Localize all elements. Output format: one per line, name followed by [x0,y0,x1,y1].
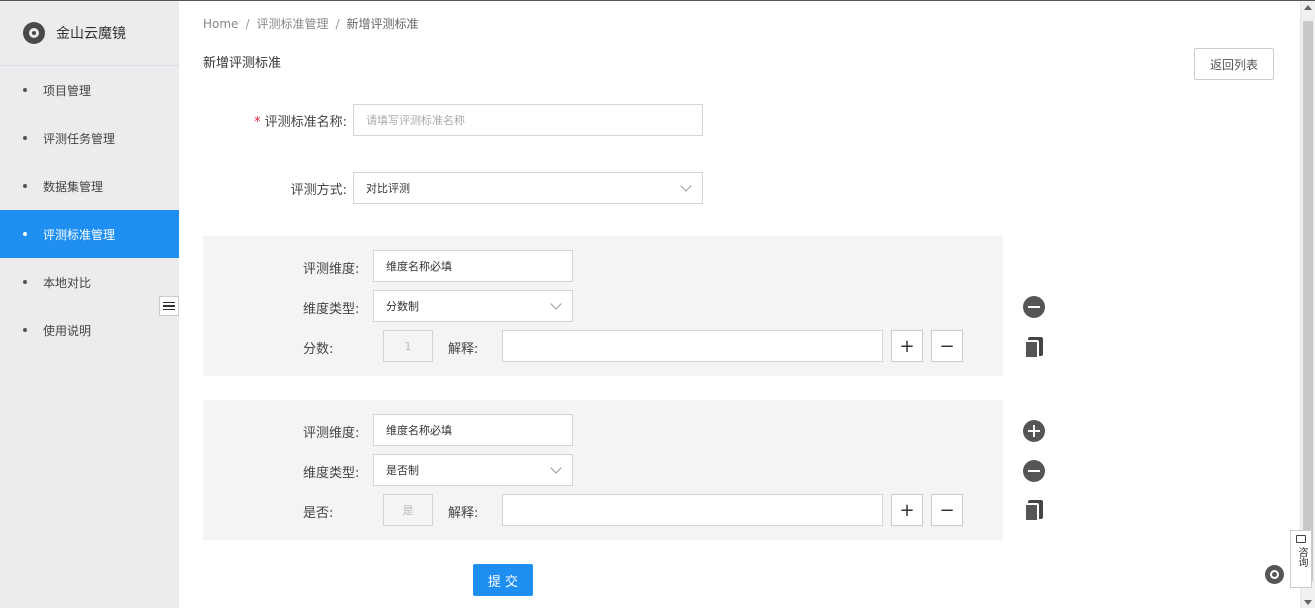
consult-label: 咨询 [1296,547,1307,567]
dimension-type-select[interactable]: 分数制 [373,290,573,322]
dimension-name-input[interactable]: 维度名称必填 [373,414,573,446]
sidebar: 金山云魔镜 项目管理 评测任务管理 数据集管理 评测标准管理 本地对比 使用说明 [0,1,179,608]
app-name: 金山云魔镜 [56,26,126,42]
sidebar-item-eval-standards[interactable]: 评测标准管理 [0,210,179,258]
add-score-button[interactable]: + [891,330,923,362]
explain-input[interactable] [502,494,883,526]
bullet-icon [23,184,27,188]
dimension-type-select[interactable]: 是否制 [373,454,573,486]
sidebar-item-projects[interactable]: 项目管理 [0,66,179,114]
explain-label: 解释: [448,342,479,357]
dimension-name-input[interactable]: 维度名称必填 [373,250,573,282]
bullet-icon [23,328,27,332]
sidebar-item-label: 使用说明 [43,323,92,338]
breadcrumb-eval-standards[interactable]: 评测标准管理 [256,17,328,31]
sidebar-item-local-compare[interactable]: 本地对比 [0,258,179,306]
copy-icon[interactable] [1024,500,1044,522]
method-label: 评测方式: [290,183,347,198]
scrollbar[interactable] [1300,1,1315,608]
sidebar-menu: 项目管理 评测任务管理 数据集管理 评测标准管理 本地对比 使用说明 [0,66,179,354]
add-dimension-icon[interactable] [1023,420,1045,442]
sidebar-collapse-icon[interactable] [159,296,179,316]
sidebar-item-eval-tasks[interactable]: 评测任务管理 [0,114,179,162]
breadcrumb: Home / 评测标准管理 / 新增评测标准 [203,17,419,31]
sidebar-item-label: 评测任务管理 [43,131,116,146]
browser-icon[interactable] [1265,565,1284,584]
dimension-panel-2: 评测维度: 维度名称必填 维度类型: 是否制 是否: 是 解释: + − [203,400,1003,540]
logo-icon [23,22,45,44]
dimension-type-label: 维度类型: [303,302,360,317]
breadcrumb-current: 新增评测标准 [346,17,419,31]
chevron-down-icon [550,462,562,474]
copy-icon[interactable] [1024,337,1044,359]
dimension-label: 评测维度: [303,262,360,277]
dimension-type-value: 分数制 [386,300,419,313]
remove-score-button[interactable]: − [931,330,963,362]
sidebar-item-datasets[interactable]: 数据集管理 [0,162,179,210]
bullet-icon [23,280,27,284]
method-select[interactable]: 对比评测 [353,172,703,204]
page-title: 新增评测标准 [203,56,282,71]
scroll-up-icon[interactable] [1304,5,1312,10]
bullet-icon [23,136,27,140]
score-label: 分数: [303,342,334,357]
dimension-type-value: 是否制 [386,464,419,477]
back-to-list-button[interactable]: 返回列表 [1194,48,1274,80]
scroll-down-icon[interactable] [1304,600,1312,605]
standard-name-label: * 评测标准名称: [254,115,347,130]
remove-option-button[interactable]: − [931,494,963,526]
sidebar-item-help[interactable]: 使用说明 [0,306,179,354]
standard-name-input[interactable]: 请填写评测标准名称 [353,104,703,136]
chat-bubble-icon [1296,535,1306,543]
yes-no-label: 是否: [303,506,334,521]
score-input: 1 [383,330,433,362]
sidebar-item-label: 数据集管理 [43,179,104,194]
consult-widget[interactable]: 咨询 [1290,530,1312,588]
method-value: 对比评测 [366,182,410,195]
sidebar-item-label: 本地对比 [43,275,92,290]
logo[interactable]: 金山云魔镜 [0,1,179,66]
submit-button[interactable]: 提 交 [473,564,533,596]
explain-label: 解释: [448,506,479,521]
remove-dimension-icon[interactable] [1023,460,1045,482]
sidebar-item-label: 项目管理 [43,83,92,98]
remove-dimension-icon[interactable] [1023,296,1045,318]
bullet-icon [23,88,27,92]
required-mark: * [254,115,261,130]
breadcrumb-home[interactable]: Home [203,17,238,31]
scroll-thumb[interactable] [1303,21,1313,581]
dimension-label: 评测维度: [303,426,360,441]
bullet-icon [23,232,27,236]
chevron-down-icon [680,180,692,192]
yes-no-input: 是 [383,494,433,526]
sidebar-item-label: 评测标准管理 [43,227,116,242]
dimension-panel-1: 评测维度: 维度名称必填 维度类型: 分数制 分数: 1 解释: + − [203,236,1003,376]
chevron-down-icon [550,298,562,310]
add-option-button[interactable]: + [891,494,923,526]
explain-input[interactable] [502,330,883,362]
dimension-type-label: 维度类型: [303,466,360,481]
